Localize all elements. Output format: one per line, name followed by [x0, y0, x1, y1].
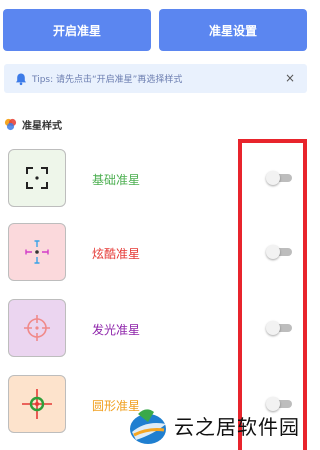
- bracket-crosshair-icon: [26, 167, 48, 189]
- tips-banner: Tips: 请先点击“开启准星”再选择样式 ×: [4, 64, 307, 93]
- style-label: 炫酷准星: [92, 247, 141, 261]
- close-icon[interactable]: ×: [285, 71, 295, 85]
- watermark-text: 云之居软件园: [174, 414, 300, 439]
- cool-crosshair-icon: [25, 240, 49, 264]
- glow-crosshair-icon: [24, 315, 50, 341]
- tips-text: Tips: 请先点击“开启准星”再选择样式: [32, 75, 183, 85]
- style-label: 基础准星: [92, 173, 141, 187]
- style-label: 发光准星: [92, 323, 141, 337]
- watermark: 云之居软件园: [124, 400, 315, 450]
- open-crosshair-button[interactable]: 开启准星: [3, 9, 151, 51]
- palette-icon: [4, 118, 17, 130]
- watermark-logo-icon: [130, 409, 166, 444]
- glow-crosshair-thumbnail: [8, 299, 66, 357]
- basic-crosshair-thumbnail: [8, 149, 66, 207]
- section-title: 准星样式: [4, 116, 62, 132]
- circle-crosshair-thumbnail: [8, 375, 66, 433]
- bell-icon: [16, 73, 26, 85]
- cool-crosshair-thumbnail: [8, 223, 66, 281]
- crosshair-settings-button[interactable]: 准星设置: [159, 9, 307, 51]
- section-title-text: 准星样式: [22, 120, 62, 132]
- circle-crosshair-icon: [22, 389, 52, 419]
